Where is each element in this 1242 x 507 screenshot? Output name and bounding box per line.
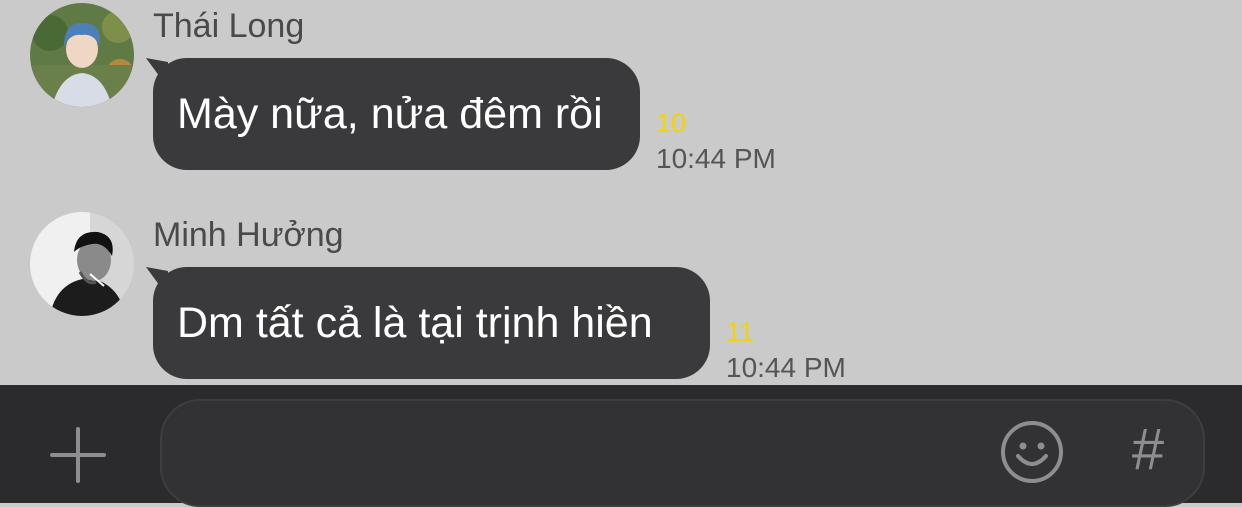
sender-name: Minh Hưởng xyxy=(153,216,344,254)
unread-count: 11 xyxy=(726,317,755,347)
avatar-minh-huong[interactable] xyxy=(30,212,134,316)
avatar-thai-long[interactable] xyxy=(30,3,134,107)
emoji-icon[interactable] xyxy=(998,418,1066,486)
chat-area: Thái Long Mày nữa, nửa đêm rồi 10 10:44 … xyxy=(0,0,1242,385)
message-time: 10:44 PM xyxy=(726,352,846,383)
hashtag-icon[interactable]: # xyxy=(1120,420,1176,480)
message-time: 10:44 PM xyxy=(656,143,776,174)
message-bubble[interactable]: Dm tất cả là tại trịnh hiền xyxy=(153,267,710,379)
message-bubble[interactable]: Mày nữa, nửa đêm rồi xyxy=(153,58,640,170)
sender-name: Thái Long xyxy=(153,7,305,45)
unread-count: 10 xyxy=(656,108,687,138)
plus-icon[interactable] xyxy=(44,421,112,489)
